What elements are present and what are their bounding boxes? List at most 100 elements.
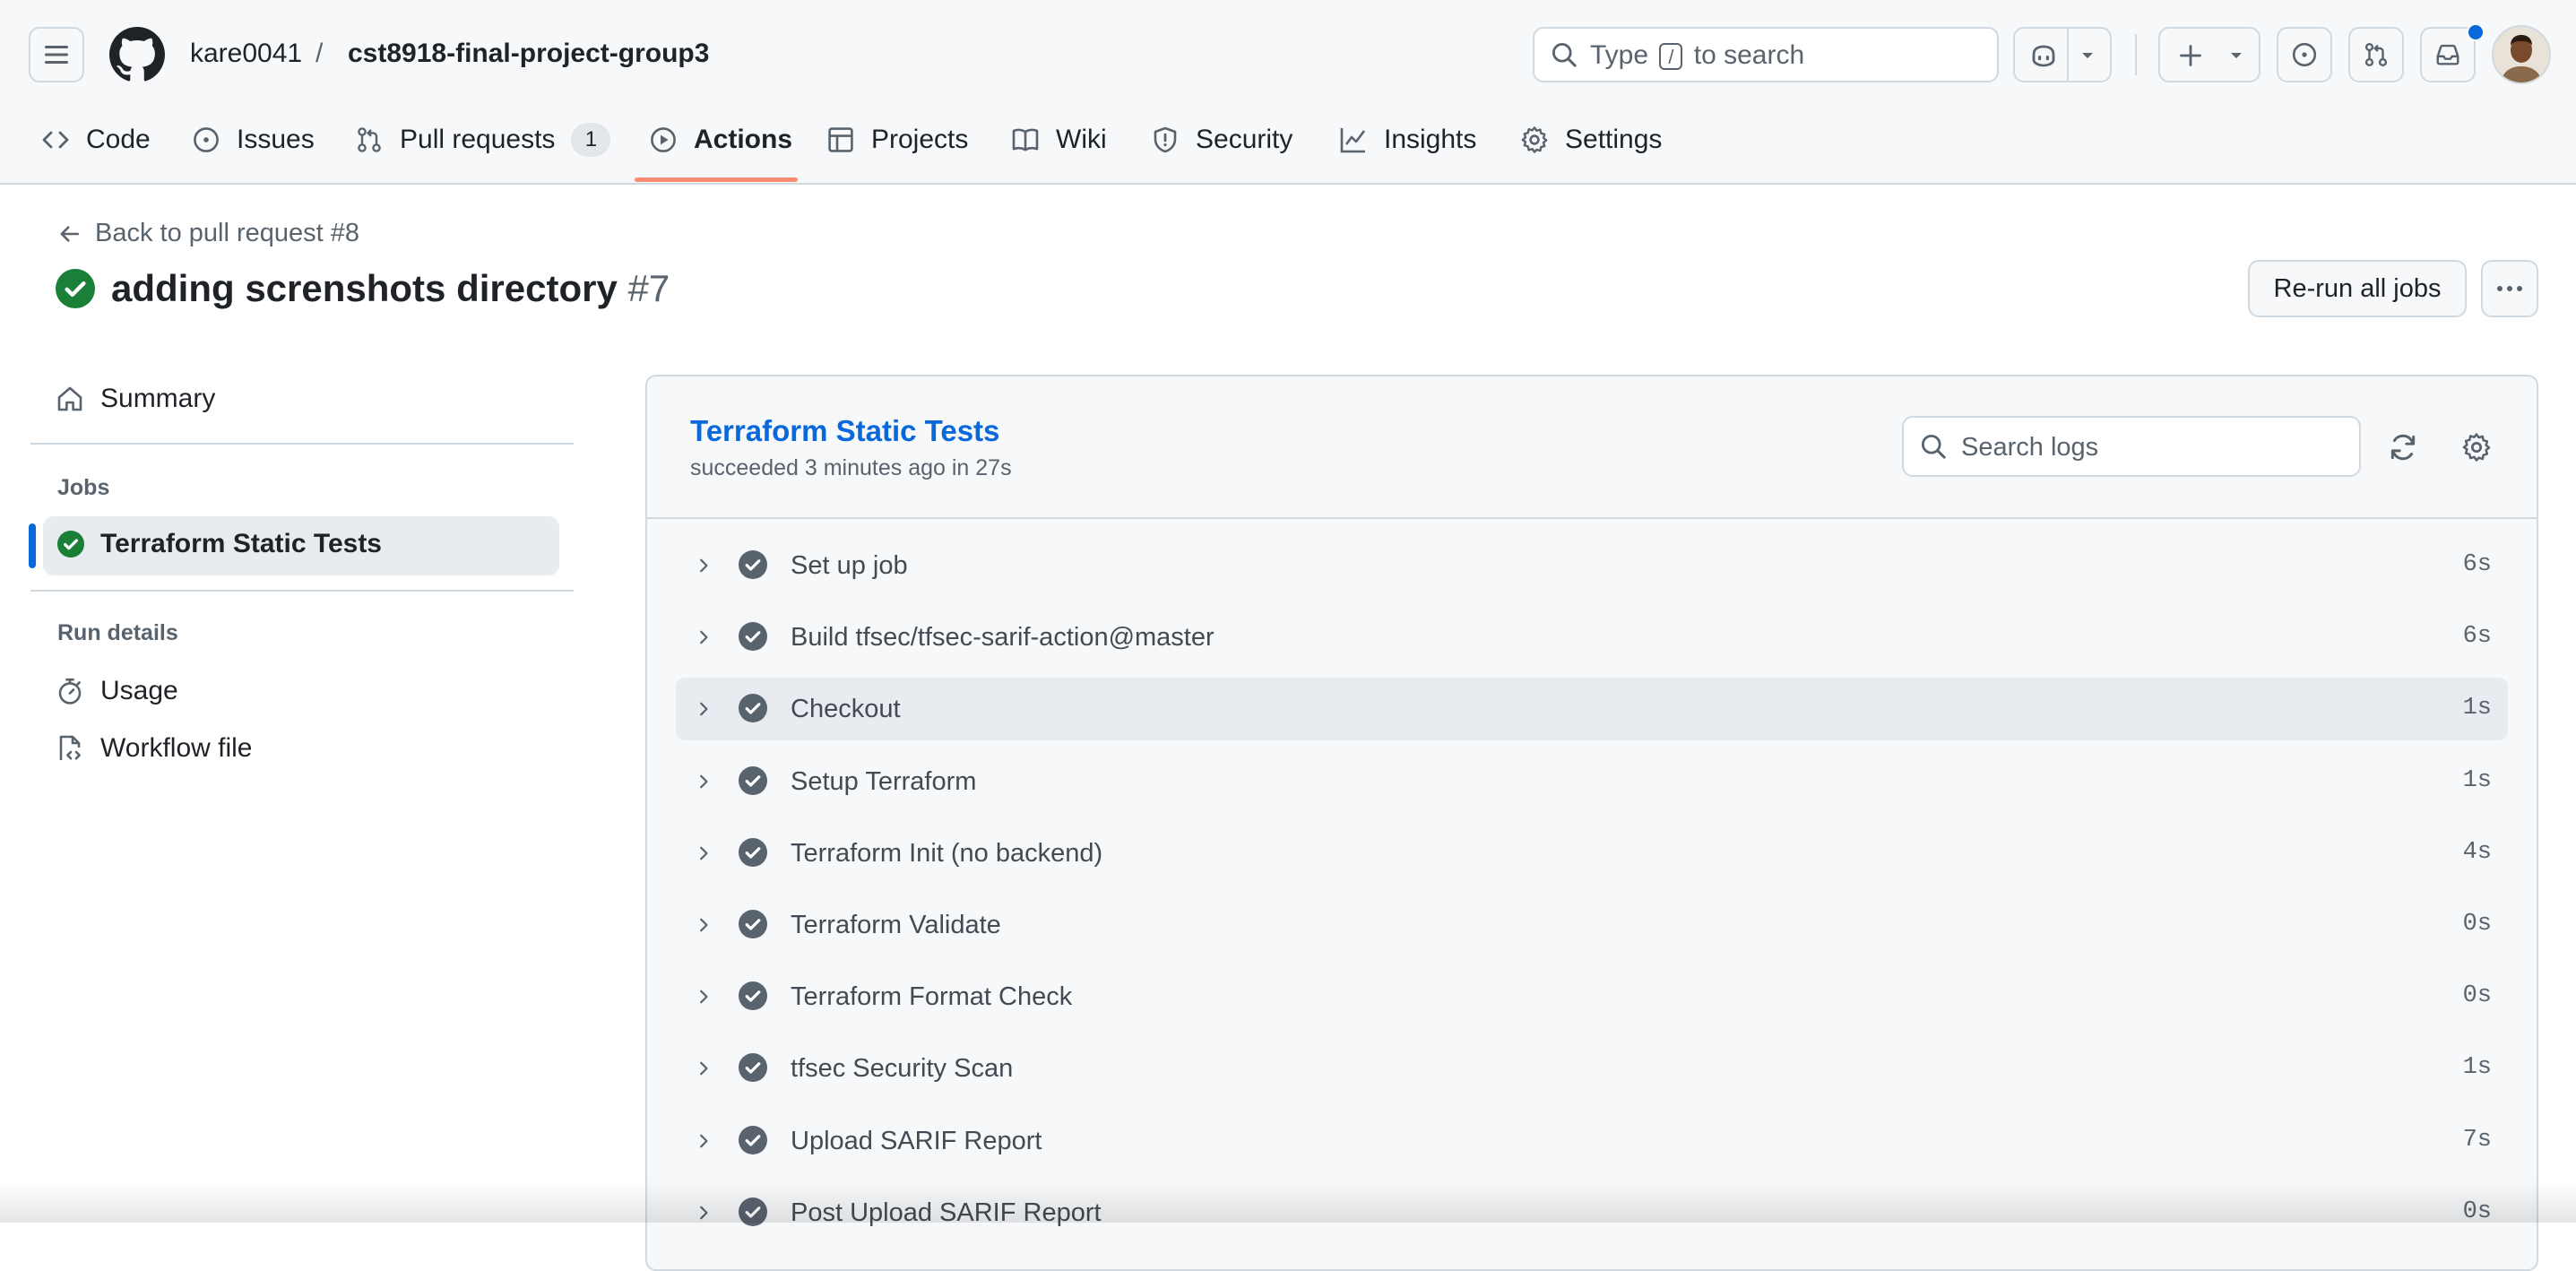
graph-icon [1339, 125, 1384, 154]
sidebar-item-summary[interactable]: Summary [56, 384, 215, 414]
refresh-icon[interactable] [2388, 432, 2418, 463]
tab-settings[interactable]: Settings [1520, 118, 1662, 161]
rerun-all-jobs-button[interactable]: Re-run all jobs [2248, 260, 2467, 317]
step-row[interactable]: Build tfsec/tfsec-sarif-action@master 6s [676, 606, 2508, 669]
step-success-icon [739, 622, 767, 651]
search-placeholder: Type / to search [1590, 40, 1805, 71]
step-name: Terraform Init (no backend) [791, 839, 1103, 868]
tab-issues[interactable]: Issues [192, 118, 315, 161]
step-name: Set up job [791, 551, 908, 580]
step-name: Build tfsec/tfsec-sarif-action@master [791, 623, 1215, 652]
kebab-horizontal-icon [2496, 285, 2523, 292]
tab-actions[interactable]: Actions [649, 118, 792, 161]
step-row[interactable]: Upload SARIF Report 7s [676, 1110, 2508, 1172]
step-name: Terraform Format Check [791, 982, 1073, 1011]
chevron-down-icon[interactable] [2079, 50, 2096, 61]
step-name: Upload SARIF Report [791, 1127, 1042, 1155]
run-number: #7 [627, 267, 670, 309]
button-divider [2067, 29, 2069, 81]
step-row[interactable]: Post Upload SARIF Report 0s [676, 1181, 2508, 1244]
active-tab-indicator [635, 177, 798, 182]
avatar[interactable] [2492, 25, 2551, 84]
git-pull-request-icon [355, 125, 400, 154]
step-duration: 1s [2462, 695, 2492, 722]
pull-request-count-badge: 1 [571, 123, 611, 157]
step-name: Checkout [791, 695, 901, 723]
sidebar-item-label: Usage [100, 676, 178, 705]
repo-link[interactable]: cst8918-final-project-group3 [348, 36, 709, 72]
tab-label: Pull requests [400, 125, 556, 154]
tab-insights[interactable]: Insights [1339, 118, 1476, 161]
chevron-right-icon[interactable] [694, 770, 713, 793]
tab-label: Security [1196, 125, 1293, 154]
tab-label: Code [86, 125, 151, 154]
search-logs-input[interactable]: Search logs [1902, 416, 2361, 477]
issues-button[interactable] [2277, 27, 2332, 82]
step-success-icon [739, 981, 767, 1010]
table-icon [826, 125, 871, 154]
step-duration: 0s [2462, 1198, 2492, 1225]
arrow-left-icon [57, 222, 95, 246]
step-row[interactable]: Set up job 6s [676, 534, 2508, 597]
chevron-right-icon[interactable] [694, 1057, 713, 1080]
job-title[interactable]: Terraform Static Tests [690, 414, 999, 448]
tab-code[interactable]: Code [41, 118, 151, 161]
chevron-right-icon[interactable] [694, 1201, 713, 1224]
step-row[interactable]: Terraform Format Check 0s [676, 965, 2508, 1028]
chevron-right-icon[interactable] [694, 913, 713, 937]
tab-projects[interactable]: Projects [826, 118, 968, 161]
owner-link[interactable]: kare0041 [190, 36, 302, 72]
sidebar-item-label: Workflow file [100, 733, 253, 763]
chevron-right-icon[interactable] [694, 985, 713, 1008]
step-row[interactable]: Terraform Validate 0s [676, 894, 2508, 956]
gear-icon [1520, 125, 1565, 154]
tab-wiki[interactable]: Wiki [1011, 118, 1107, 161]
github-logo[interactable] [109, 27, 165, 82]
sidebar-item-usage[interactable]: Usage [56, 676, 178, 706]
hamburger-icon [44, 44, 69, 65]
step-row[interactable]: tfsec Security Scan 1s [676, 1037, 2508, 1100]
step-row[interactable]: Terraform Init (no backend) 4s [676, 822, 2508, 885]
sidebar-divider [30, 443, 574, 445]
tab-security[interactable]: Security [1151, 118, 1292, 161]
search-icon [1551, 41, 1578, 68]
slash-key-hint: / [1659, 43, 1683, 71]
create-new-button[interactable] [2158, 27, 2260, 82]
chevron-right-icon[interactable] [694, 1129, 713, 1153]
tab-pull-requests[interactable]: Pull requests 1 [355, 118, 611, 161]
chevron-down-icon [2228, 50, 2244, 61]
menu-button[interactable] [29, 27, 84, 82]
tab-label: Wiki [1056, 125, 1107, 154]
plus-icon [2178, 43, 2203, 68]
step-row[interactable]: Checkout 1s [676, 678, 2508, 740]
chevron-right-icon[interactable] [694, 842, 713, 865]
gear-icon[interactable] [2461, 432, 2492, 463]
back-label: Back to pull request #8 [95, 219, 360, 247]
header-divider [2135, 34, 2137, 75]
step-success-icon [739, 1126, 767, 1154]
step-row[interactable]: Setup Terraform 1s [676, 750, 2508, 813]
sidebar-item-workflow-file[interactable]: Workflow file [56, 733, 252, 764]
chevron-right-icon[interactable] [694, 626, 713, 649]
sidebar-item-terraform-static-tests[interactable]: Terraform Static Tests [57, 529, 382, 559]
pull-requests-button[interactable] [2348, 27, 2404, 82]
jobs-heading: Jobs [57, 475, 110, 500]
global-search-input[interactable]: Type / to search [1533, 27, 1999, 82]
issue-opened-icon [192, 125, 237, 154]
sidebar-item-label: Summary [100, 384, 216, 413]
success-icon [56, 269, 95, 308]
chevron-right-icon[interactable] [694, 697, 713, 721]
step-success-icon [739, 1198, 767, 1226]
step-duration: 1s [2462, 1054, 2492, 1081]
step-success-icon [739, 838, 767, 867]
more-options-button[interactable] [2481, 260, 2538, 317]
step-duration: 0s [2462, 911, 2492, 938]
chevron-right-icon[interactable] [694, 554, 713, 577]
back-to-pull-request-link[interactable]: Back to pull request #8 [57, 219, 359, 248]
file-code-icon [56, 734, 100, 763]
git-pull-request-icon [2363, 41, 2390, 68]
breadcrumb-separator: / [316, 39, 324, 68]
copilot-button[interactable] [2013, 27, 2112, 82]
active-job-indicator [29, 523, 36, 568]
step-duration: 0s [2462, 982, 2492, 1009]
